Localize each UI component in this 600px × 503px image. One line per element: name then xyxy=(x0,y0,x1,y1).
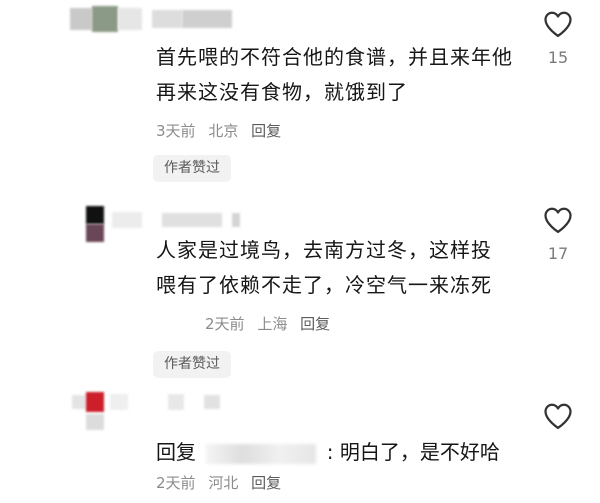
reply-button[interactable]: 回复 xyxy=(300,315,330,333)
mentioned-user-blurred[interactable] xyxy=(206,443,317,464)
inline-reply-line: 回复 : 明白了，是不好哈 xyxy=(156,436,500,465)
like-button[interactable] xyxy=(540,402,576,430)
comment-time: 2天前 xyxy=(156,474,196,492)
username-blurred[interactable] xyxy=(70,6,232,32)
username-blur-extra xyxy=(112,212,240,228)
like-count: 15 xyxy=(547,48,569,67)
comment-location: 北京 xyxy=(208,122,239,140)
author-liked-badge: 作者赞过 xyxy=(153,351,231,378)
reply-button[interactable]: 回复 xyxy=(251,474,281,492)
comment-meta: 3天前 北京 回复 xyxy=(156,120,289,141)
comment-time: 2天前 xyxy=(205,315,245,333)
username-blurred[interactable] xyxy=(72,392,220,412)
author-liked-badge: 作者赞过 xyxy=(153,155,231,182)
username-blurred[interactable] xyxy=(86,206,104,242)
comment-meta: 2天前 河北 回复 xyxy=(156,472,289,493)
comment-time: 3天前 xyxy=(156,122,196,140)
like-button[interactable]: 17 xyxy=(540,206,576,263)
heart-outline-icon xyxy=(544,403,572,429)
comment-text: : 明白了，是不好哈 xyxy=(326,440,500,464)
username-blur-extra xyxy=(86,414,104,430)
comment-text: 首先喂的不符合他的食谱，并且来年他再来这没有食物，就饿到了 xyxy=(156,45,513,104)
heart-outline-icon xyxy=(544,207,572,233)
comment-location: 河北 xyxy=(208,474,239,492)
heart-outline-icon xyxy=(544,11,572,37)
reply-button[interactable]: 回复 xyxy=(251,122,281,140)
like-count: 17 xyxy=(547,244,569,263)
comment-location: 上海 xyxy=(257,315,288,333)
comment-meta: 2天前 上海 回复 xyxy=(205,313,338,334)
like-button[interactable]: 15 xyxy=(540,10,576,67)
reply-prefix: 回复 xyxy=(156,440,196,464)
comment-text: 人家是过境鸟，去南方过冬，这样投喂有了依赖不走了，冷空气一来冻死 xyxy=(156,238,492,297)
